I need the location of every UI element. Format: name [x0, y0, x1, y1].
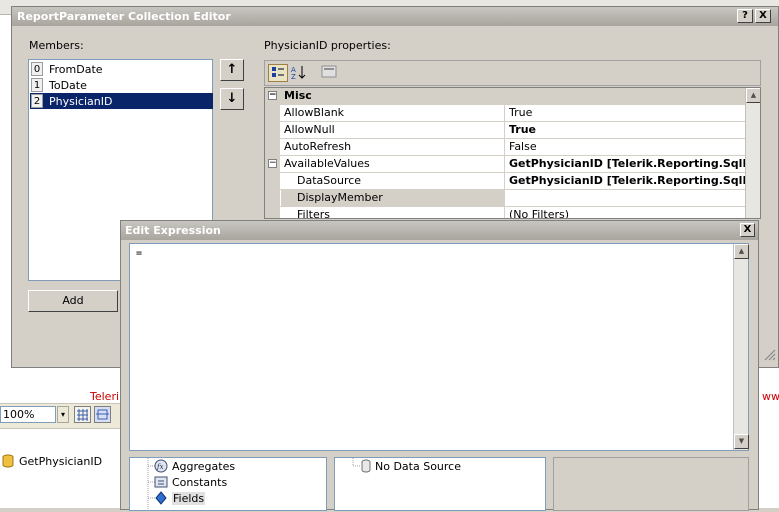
property-value[interactable]: True [506, 105, 746, 121]
member-name: ToDate [49, 78, 87, 92]
svg-text:fx: fx [156, 463, 164, 471]
scroll-up-icon[interactable]: ▲ [746, 88, 760, 103]
property-value[interactable] [506, 190, 746, 206]
property-name: AvailableValues [281, 156, 505, 172]
no-data-source-label: No Data Source [375, 459, 461, 473]
tree-item-label: Constants [172, 475, 228, 489]
expression-editor[interactable]: = [129, 243, 749, 451]
functions-tree[interactable]: fx Aggregates Constants Fields [129, 457, 327, 512]
property-value[interactable]: False [506, 139, 746, 155]
expression-scrollbar[interactable]: ▲ ▼ [733, 244, 749, 450]
add-button[interactable]: Add [28, 290, 118, 312]
property-name: DisplayMember [281, 190, 505, 206]
edit-expression-close-button[interactable]: X [740, 223, 755, 237]
items-list[interactable]: No Data Source [334, 457, 546, 511]
member-item-selected[interactable]: 2 PhysicianID [30, 93, 213, 109]
property-pages-icon[interactable] [319, 64, 339, 82]
close-button[interactable]: X [755, 9, 771, 23]
function-icon: fx [154, 459, 168, 473]
property-row[interactable]: Filters (No Filters) [265, 207, 746, 218]
move-down-button[interactable]: ↓ [220, 88, 244, 110]
member-index: 0 [31, 62, 43, 76]
property-grid[interactable]: − Misc AllowBlank True AllowNull True Au… [264, 87, 761, 219]
property-category-label: Misc [284, 89, 312, 102]
tree-item-label: Fields [172, 491, 206, 505]
no-data-source-item[interactable]: No Data Source [361, 458, 461, 474]
svg-text:Z: Z [291, 73, 296, 80]
property-row[interactable]: AutoRefresh False [265, 139, 745, 156]
property-value[interactable]: GetPhysicianID [Telerik.Reporting.SqlDat… [506, 173, 746, 189]
snap-to-grid-icon[interactable] [94, 406, 111, 423]
member-name: PhysicianID [49, 94, 113, 108]
property-name: Filters [281, 207, 505, 218]
zoom-dropdown-button[interactable]: ▾ [57, 406, 69, 423]
property-row[interactable]: DataSource GetPhysicianID [Telerik.Repor… [265, 173, 746, 190]
description-panel [553, 457, 749, 511]
property-row-selected[interactable]: DisplayMember [265, 190, 745, 207]
member-item[interactable]: 1 ToDate [30, 77, 213, 93]
categorized-icon[interactable] [268, 64, 288, 82]
property-value[interactable]: True [506, 122, 746, 138]
member-item[interactable]: 0 FromDate [30, 61, 213, 77]
database-icon [2, 454, 14, 468]
resize-grip-icon[interactable] [762, 347, 776, 361]
scroll-down-icon[interactable]: ▼ [734, 434, 749, 449]
expression-text: = [136, 248, 143, 259]
property-grid-scrollbar[interactable]: ▲ [745, 88, 760, 218]
scroll-up-icon[interactable]: ▲ [734, 244, 749, 259]
property-name: AllowBlank [281, 105, 505, 121]
tree-item-label: Aggregates [172, 459, 236, 473]
edit-expression-dialog: Edit Expression X = ▲ ▼ fx Aggregates Co… [120, 220, 759, 512]
property-value[interactable]: (No Filters) [506, 207, 746, 218]
properties-label: PhysicianID properties: [264, 39, 391, 52]
tree-lines [352, 458, 361, 467]
tree-item-constants[interactable]: Constants [154, 474, 227, 490]
edit-expression-title: Edit Expression [121, 221, 758, 240]
help-button[interactable]: ? [737, 9, 753, 23]
sort-alphabetical-icon[interactable]: AZ [289, 64, 309, 82]
property-category-row[interactable]: − Misc [265, 88, 745, 105]
member-name: FromDate [49, 62, 103, 76]
collapse-icon[interactable]: − [268, 91, 277, 100]
property-name: AllowNull [281, 122, 505, 138]
move-up-button[interactable]: ↑ [220, 59, 244, 81]
designer-red-text-right: www [762, 390, 779, 403]
fields-icon [155, 491, 167, 505]
property-name: DataSource [281, 173, 505, 189]
tree-item-aggregates[interactable]: fx Aggregates [154, 458, 235, 474]
property-row[interactable]: − AvailableValues GetPhysicianID [Teleri… [265, 156, 746, 173]
member-index: 1 [31, 78, 43, 92]
member-index: 2 [31, 94, 43, 108]
constants-icon [154, 476, 168, 488]
property-grid-toolbar: AZ [264, 60, 761, 86]
property-row[interactable]: AllowBlank True [265, 105, 745, 122]
members-label: Members: [29, 39, 84, 52]
zoom-input[interactable]: 100% [0, 406, 56, 423]
tree-item-fields[interactable]: Fields [154, 490, 206, 506]
property-value[interactable]: GetPhysicianID [Telerik.Reporting.SqlDat… [506, 156, 746, 172]
grid-icon[interactable] [74, 406, 91, 423]
dialog-title: ReportParameter Collection Editor [12, 7, 778, 26]
database-icon [361, 459, 371, 473]
datasource-item-label: GetPhysicianID [19, 454, 103, 468]
datasource-item[interactable]: GetPhysicianID [2, 452, 102, 470]
collapse-icon[interactable]: − [268, 159, 277, 168]
designer-red-text-left: Teleri [90, 390, 120, 403]
property-row[interactable]: AllowNull True [265, 122, 745, 139]
property-name: AutoRefresh [281, 139, 505, 155]
